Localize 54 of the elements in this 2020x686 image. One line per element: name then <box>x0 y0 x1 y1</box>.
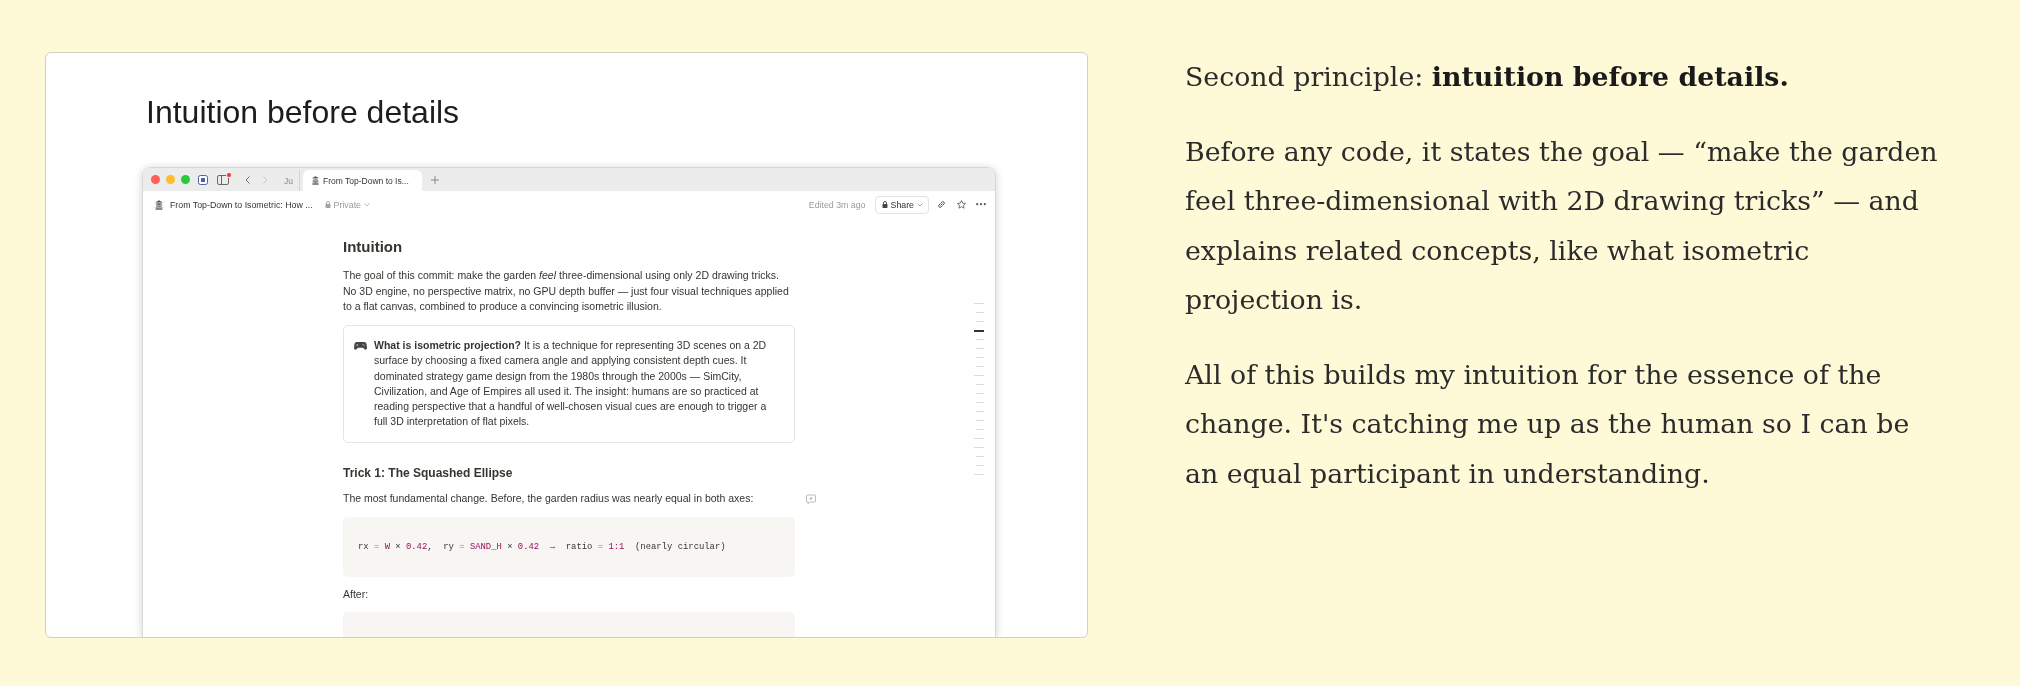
outline-marker[interactable] <box>976 366 984 367</box>
note-paragraph: Before any code, it states the goal — “make the garden feel three-dimensional with 2D drawing tricks” — and explains related concepts, like what isometric projection is. <box>1185 134 1939 317</box>
outline-marker[interactable] <box>974 330 984 332</box>
pagoda-icon <box>154 199 164 210</box>
notification-dot-icon <box>226 171 232 178</box>
outline-marker[interactable] <box>976 402 984 403</box>
outline-marker[interactable] <box>976 456 984 457</box>
after-label: After: <box>343 587 370 603</box>
new-tab-icon[interactable] <box>430 175 439 184</box>
outline-marker[interactable] <box>976 339 984 340</box>
note-paragraph: All of this builds my intuition for the essence of the change. It's catching me up as the human so I can be an equal participant in understanding. <box>1185 357 1911 491</box>
gamepad-icon <box>354 341 367 351</box>
outline-marker[interactable] <box>974 447 984 448</box>
outline-marker[interactable] <box>976 312 984 313</box>
outline-marker[interactable] <box>976 411 984 412</box>
outline-marker[interactable] <box>976 357 984 358</box>
star-icon[interactable] <box>957 200 966 209</box>
maximize-icon[interactable] <box>181 175 190 184</box>
tab[interactable]: From Top-Down to Is... <box>303 170 422 191</box>
page-heading: Intuition <box>343 238 404 256</box>
outline-marker[interactable] <box>974 438 984 439</box>
body-paragraph: The most fundamental change. Before, the garden radius was nearly equal in both axes: <box>343 491 755 507</box>
outline-marker[interactable] <box>976 348 984 349</box>
intro-paragraph: The goal of this commit: make the garden feel three-dimensional using only 2D drawing tricks. No 3D engine, no perspective matrix, no GPU depth buffer — just four visual techniques applied to a flat canvas, combined to produce a convincing isometric illusion. <box>343 268 790 314</box>
app-icon[interactable] <box>198 174 208 185</box>
lock-icon <box>324 201 331 208</box>
comment-icon[interactable] <box>806 494 816 505</box>
share-button[interactable]: Share <box>874 195 929 214</box>
code-line: rx = W × 0.42, ry = SAND_H × 0.42 → ratio = 1:1 (nearly circular) <box>358 541 726 552</box>
sidebar-icon[interactable] <box>217 174 229 185</box>
close-icon[interactable] <box>151 175 160 184</box>
caret-icon <box>364 202 370 207</box>
outline-marker[interactable] <box>976 384 984 385</box>
note-paragraph: Second principle: intuition before details. <box>1185 60 1790 94</box>
section-heading: Trick 1: The Squashed Ellipse <box>343 464 514 481</box>
edited-status: Edited 3m ago <box>808 199 866 210</box>
outline-marker[interactable] <box>974 375 984 376</box>
outline-marker[interactable] <box>976 321 984 322</box>
outline-marker[interactable] <box>976 393 984 394</box>
link-icon[interactable] <box>937 200 946 209</box>
outline-marker[interactable] <box>976 420 984 421</box>
outline-marker[interactable] <box>976 429 984 430</box>
outline-marker[interactable] <box>974 474 984 475</box>
lock-icon <box>881 201 888 208</box>
back-icon[interactable] <box>245 175 250 184</box>
callout-text: What is isometric projection? It is a technique for representing 3D scenes on a 2D surface by choosing a fixed camera angle and applying consistent depth cues. It dominated strategy game design from the 1980s through the 2000s — SimCity, Civilization, and Age of Empires all used it. The insight: humans are so practiced at reading perspective that a handful of well-chosen visual cues are enough to trigger a full 3D interpretation of flat pixels. <box>374 338 768 430</box>
outline-marker[interactable] <box>974 303 984 304</box>
page-breadcrumb[interactable]: From Top-Down to Isometric: How ... <box>154 199 313 210</box>
pagoda-icon <box>311 176 320 185</box>
more-icon[interactable] <box>976 203 986 206</box>
minimize-icon[interactable] <box>166 175 175 184</box>
caret-icon <box>917 202 923 207</box>
slide-title: Intuition before details <box>146 94 460 131</box>
outline-marker[interactable] <box>976 465 984 466</box>
